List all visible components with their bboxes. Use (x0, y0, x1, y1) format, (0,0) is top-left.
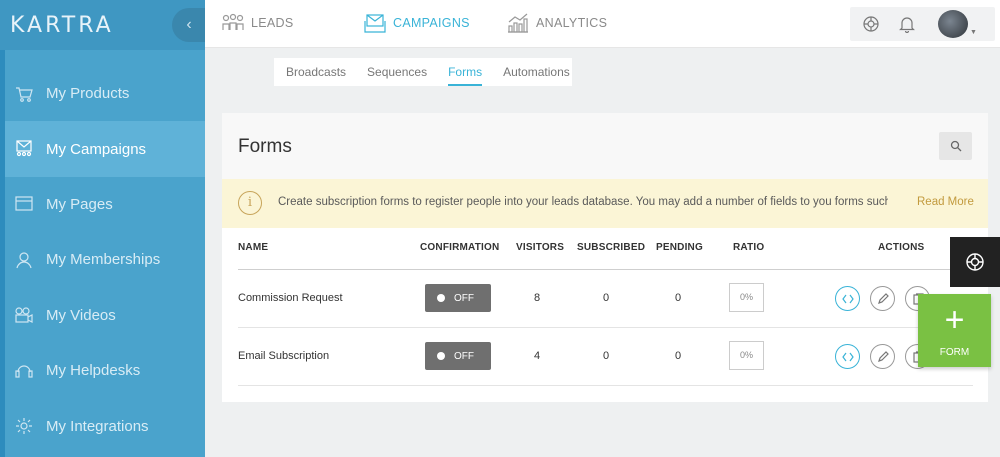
info-notice: i Create subscription forms to register … (222, 179, 988, 228)
sidebar-item-label: My Helpdesks (46, 362, 141, 380)
help-icon[interactable] (860, 13, 882, 35)
row-divider (238, 385, 973, 386)
help-icon[interactable] (950, 237, 1000, 287)
tab-label: CAMPAIGNS (393, 16, 470, 30)
subtab-automations[interactable]: Automations (503, 58, 570, 86)
pending-count: 0 (674, 292, 682, 304)
user-tools: ▼ (850, 7, 995, 41)
sidebar: KARTRA ‹ My Products My Campaigns My Pag… (0, 0, 206, 457)
search-icon (950, 140, 961, 152)
chevron-down-icon[interactable]: ▼ (970, 29, 977, 36)
form-name[interactable]: Commission Request (238, 292, 343, 304)
pages-icon (13, 193, 35, 215)
sidebar-item-products[interactable]: My Products (5, 66, 205, 121)
analytics-icon (508, 13, 528, 33)
leads-icon (222, 13, 244, 30)
toggle-label: OFF (454, 292, 474, 304)
logo-bar: KARTRA ‹ (0, 0, 206, 50)
visitors-count: 8 (533, 292, 541, 304)
subtab-broadcasts[interactable]: Broadcasts (286, 58, 346, 86)
memberships-icon (13, 249, 35, 271)
logo: KARTRA (10, 13, 114, 38)
sidebar-item-helpdesks[interactable]: My Helpdesks (5, 343, 205, 398)
embed-code-icon[interactable] (835, 344, 860, 369)
embed-code-icon[interactable] (835, 286, 860, 311)
tab-label: ANALYTICS (536, 16, 608, 30)
plus-icon: + (944, 301, 965, 339)
forms-card: Forms i Create subscription forms to reg… (222, 113, 988, 402)
subtab-sequences[interactable]: Sequences (367, 58, 427, 86)
card-header: Forms (222, 113, 988, 179)
tab-campaigns[interactable]: CAMPAIGNS (363, 0, 470, 46)
top-nav: LEADS CAMPAIGNS ANALYTICS ▼ (205, 0, 1000, 48)
info-icon: i (238, 191, 262, 215)
confirmation-toggle[interactable]: OFF (425, 284, 491, 312)
campaigns-icon (13, 138, 35, 160)
toggle-label: OFF (454, 350, 474, 362)
header-divider (238, 269, 973, 270)
sidebar-item-campaigns[interactable]: My Campaigns (5, 121, 205, 177)
campaigns-icon (364, 14, 386, 33)
products-icon (13, 83, 35, 105)
sidebar-item-integrations[interactable]: My Integrations (5, 398, 205, 453)
helpdesks-icon (13, 360, 35, 382)
col-header-confirmation[interactable]: CONFIRMATION (420, 242, 499, 253)
tab-analytics[interactable]: ANALYTICS (506, 0, 607, 46)
tab-leads[interactable]: LEADS (221, 0, 294, 46)
sidebar-item-label: My Products (46, 85, 130, 103)
row-divider (238, 327, 973, 328)
subtab-forms[interactable]: Forms (448, 58, 483, 86)
confirmation-toggle[interactable]: OFF (425, 342, 491, 370)
integrations-icon (13, 415, 35, 437)
subscribed-count: 0 (602, 350, 610, 362)
sidebar-item-label: My Pages (46, 195, 113, 213)
sidebar-item-label: My Campaigns (46, 140, 147, 158)
chevron-left-icon[interactable]: ‹ (172, 8, 206, 42)
add-form-button[interactable]: + FORM (918, 294, 991, 367)
ratio-value: 0% (729, 341, 764, 370)
edit-icon[interactable] (870, 344, 895, 369)
subscribed-count: 0 (602, 292, 610, 304)
add-form-label: FORM (939, 347, 970, 358)
sidebar-item-label: My Memberships (46, 251, 161, 269)
col-header-name[interactable]: NAME (238, 242, 268, 253)
toggle-knob (437, 294, 445, 302)
col-header-subscribed[interactable]: SUBSCRIBED (577, 242, 645, 253)
sidebar-nav: My Products My Campaigns My Pages My Mem… (5, 66, 205, 454)
sub-nav: Broadcasts Sequences Forms Automations (274, 58, 572, 86)
bell-icon[interactable] (896, 13, 918, 35)
ratio-value: 0% (729, 283, 764, 312)
sidebar-item-memberships[interactable]: My Memberships (5, 232, 205, 287)
sidebar-item-label: My Integrations (46, 417, 149, 435)
form-name[interactable]: Email Subscription (238, 350, 329, 362)
sidebar-item-videos[interactable]: My Videos (5, 288, 205, 343)
tab-label: LEADS (251, 16, 294, 30)
edit-icon[interactable] (870, 286, 895, 311)
col-header-visitors[interactable]: VISITORS (516, 242, 564, 253)
toggle-knob (437, 352, 445, 360)
col-header-ratio[interactable]: RATIO (733, 242, 764, 253)
sidebar-item-label: My Videos (46, 306, 116, 324)
videos-icon (13, 304, 35, 326)
notice-text: Create subscription forms to register pe… (278, 196, 888, 208)
col-header-actions: ACTIONS (878, 242, 925, 253)
col-header-pending[interactable]: PENDING (656, 242, 703, 253)
visitors-count: 4 (533, 350, 541, 362)
read-more-link[interactable]: Read More (917, 196, 974, 208)
avatar[interactable] (938, 10, 968, 38)
sidebar-item-pages[interactable]: My Pages (5, 177, 205, 232)
page-title: Forms (238, 136, 292, 157)
search-button[interactable] (939, 132, 972, 160)
pending-count: 0 (674, 350, 682, 362)
